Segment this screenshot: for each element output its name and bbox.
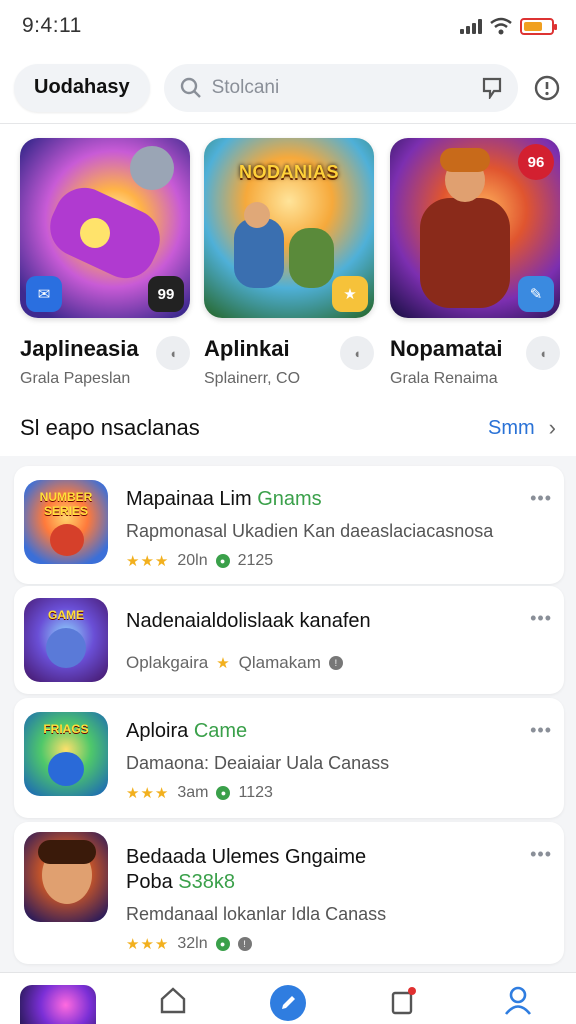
- star-icon: ★: [332, 276, 368, 312]
- info-button[interactable]: [532, 73, 562, 103]
- see-more-link[interactable]: Smm ›: [488, 415, 556, 441]
- tab-create[interactable]: [248, 985, 328, 1021]
- mail-icon: ✉: [26, 276, 62, 312]
- search-input[interactable]: Stolcani: [212, 77, 472, 99]
- list-item[interactable]: GAME Nadenaialdolislaak kanafen Oplakgai…: [14, 586, 564, 694]
- status-time: 9:4:11: [22, 14, 82, 37]
- app-title: Mapainaa Lim Gnams: [126, 488, 322, 510]
- edit-icon: ✎: [518, 276, 554, 312]
- wifi-icon: [490, 17, 512, 35]
- app-publisher: Oplakgaira: [126, 653, 209, 672]
- app-downloads: 2125: [237, 552, 274, 569]
- battery-icon: [520, 17, 557, 35]
- home-icon: [160, 987, 185, 1014]
- search-icon: [180, 77, 201, 98]
- featured-subtitle: Splainerr, CO: [204, 370, 301, 387]
- featured-badge: 96: [518, 144, 554, 180]
- featured-card[interactable]: 96 ✎ Nopamatai Grala Renaima ◖: [390, 138, 560, 388]
- app-downloads: 1123: [238, 784, 273, 801]
- star-rating-icon: ★★★: [126, 936, 170, 953]
- tab-library[interactable]: [363, 985, 443, 1015]
- star-rating-icon: ★★★: [126, 785, 170, 802]
- app-title: Aploira Came: [126, 720, 248, 742]
- featured-art-title: NODANIAS: [238, 162, 339, 182]
- profile-icon: [505, 986, 532, 1015]
- app-description: Damaona: Deaiaiar Uala Canass: [126, 753, 390, 773]
- app-genre: Came: [193, 720, 248, 742]
- bookmark-icon[interactable]: [482, 77, 502, 99]
- featured-subtitle: Grala Papeslan: [20, 370, 131, 387]
- app-icon: [24, 832, 108, 922]
- top-header: Uodahasy Stolcani: [0, 52, 576, 124]
- list-item[interactable]: FRIAGS Aploira Came Damaona: Deaiaiar Ua…: [14, 698, 564, 818]
- tab-games[interactable]: [18, 985, 98, 1024]
- download-icon[interactable]: ◖: [156, 336, 190, 370]
- app-size: 3am: [177, 784, 209, 801]
- app-genre: Gnams: [257, 488, 322, 510]
- account-selector[interactable]: Uodahasy: [14, 63, 150, 112]
- app-title: Bedaada Ulemes Gngaime: [126, 846, 367, 868]
- featured-badge: 99: [148, 276, 184, 312]
- tab-profile[interactable]: [478, 985, 558, 1015]
- verified-icon: ●: [215, 937, 230, 951]
- app-category: Qlamakam: [238, 653, 321, 672]
- app-size: 20ln: [177, 552, 208, 569]
- app-meta: ★★★ 32ln ● !: [126, 935, 524, 953]
- app-description: Rapmonasal Ukadien Kan daeaslaciacasnosa: [126, 521, 494, 541]
- section-header: Sl eapo nsaclanas Smm ›: [0, 400, 576, 456]
- signal-icon: [460, 18, 482, 34]
- app-icon-label: FRIAGS: [43, 722, 89, 736]
- app-meta: Oplakgaira ★ Qlamakam !: [126, 653, 524, 673]
- bottom-tab-bar: [0, 972, 576, 1024]
- tab-home[interactable]: [133, 985, 213, 1015]
- featured-card[interactable]: ✉ 99 Japlineasia Grala Papeslan ◖: [20, 138, 190, 388]
- more-options-icon[interactable]: •••: [530, 608, 552, 629]
- app-description: Remdanaal lokanlar Idla Canass: [126, 904, 387, 924]
- status-icons: [460, 17, 557, 35]
- status-bar: 9:4:11: [0, 0, 576, 52]
- featured-artwork: 96 ✎: [390, 138, 560, 318]
- more-options-icon[interactable]: •••: [530, 844, 552, 865]
- app-icon: NUMBER SERIES: [24, 480, 108, 564]
- app-size: 32ln: [177, 935, 208, 952]
- app-icon-label: GAME: [48, 608, 84, 622]
- more-options-icon[interactable]: •••: [530, 488, 552, 509]
- app-icon: GAME: [24, 598, 108, 682]
- featured-artwork: ✉ 99: [20, 138, 190, 318]
- see-more-label: Smm: [488, 416, 535, 439]
- app-icon: FRIAGS: [24, 712, 108, 796]
- search-bar[interactable]: Stolcani: [163, 63, 518, 112]
- featured-subtitle: Grala Renaima: [390, 370, 498, 387]
- app-genre: S38k8: [178, 871, 235, 893]
- verified-icon: ●: [215, 554, 230, 568]
- featured-artwork: NODANIAS ★: [204, 138, 374, 318]
- info-icon: !: [237, 937, 252, 951]
- pencil-icon: [269, 985, 306, 1021]
- game-thumbnail-icon: [19, 985, 96, 1024]
- app-icon-label: NUMBER SERIES: [39, 490, 93, 518]
- section-title: Sl eapo nsaclanas: [20, 415, 200, 440]
- download-icon[interactable]: ◖: [526, 336, 560, 370]
- chevron-right-icon: ›: [548, 415, 556, 440]
- alert-circle-icon: [534, 75, 560, 100]
- verified-icon: ●: [216, 786, 231, 800]
- list-item[interactable]: NUMBER SERIES Mapainaa Lim Gnams Rapmona…: [14, 466, 564, 584]
- account-label: Uodahasy: [34, 76, 130, 98]
- featured-card[interactable]: NODANIAS ★ Aplinkai Splainerr, CO ◖: [204, 138, 374, 388]
- library-icon: [391, 987, 417, 1015]
- app-title: Nadenaialdolislaak kanafen: [126, 610, 371, 632]
- app-title-line2: Poba S38k8: [126, 871, 235, 893]
- app-meta: ★★★ 20ln ● 2125: [126, 552, 524, 570]
- info-icon: !: [328, 656, 343, 670]
- star-rating-icon: ★★★: [126, 553, 170, 570]
- star-icon: ★: [216, 655, 231, 672]
- more-options-icon[interactable]: •••: [530, 720, 552, 741]
- app-meta: ★★★ 3am ● 1123: [126, 784, 524, 802]
- download-icon[interactable]: ◖: [340, 336, 374, 370]
- list-item[interactable]: Bedaada Ulemes Gngaime Poba S38k8 Remdan…: [14, 822, 564, 964]
